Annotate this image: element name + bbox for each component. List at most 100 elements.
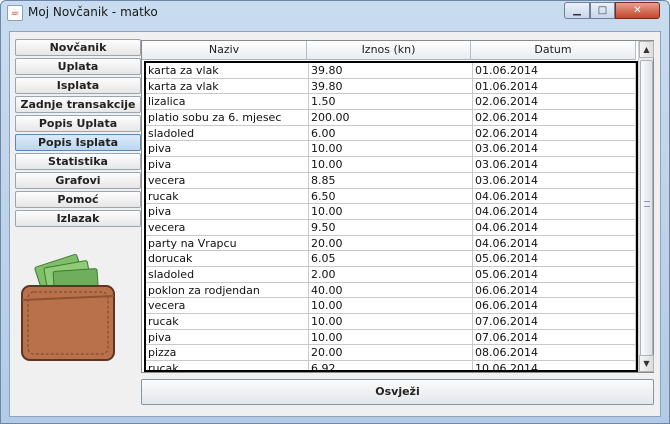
cell-naziv: platio sobu za 6. mjesec [146,110,309,126]
expenses-table: Naziv Iznos (kn) Datum karta za vlak 39.8… [141,40,654,373]
cell-naziv: lizalica [146,94,309,111]
table-row[interactable]: sladoled 2.00 05.06.2014 [146,266,636,283]
cell-naziv: piva [146,204,309,220]
scroll-thumb[interactable] [640,60,653,356]
cell-datum: 03.06.2014 [473,157,636,173]
table-row[interactable]: piva 10.00 03.06.2014 [146,157,636,173]
table-row[interactable]: dorucak 6.05 05.06.2014 [146,251,636,267]
table-row[interactable]: lizalica 1.50 02.06.2014 [146,94,636,111]
nav-button-7[interactable]: Grafovi [15,172,141,189]
cell-iznos: 10.00 [309,141,473,158]
table-row[interactable]: party na Vrapcu 20.00 04.06.2014 [146,235,636,252]
cell-naziv: vecera [146,172,309,189]
cell-datum: 06.06.2014 [473,282,636,299]
table-row[interactable]: piva 10.00 04.06.2014 [146,204,636,220]
cell-datum: 02.06.2014 [473,125,636,142]
table-row[interactable]: rucak 6.50 04.06.2014 [146,188,636,205]
cell-datum: 06.06.2014 [473,298,636,314]
cell-datum: 08.06.2014 [473,345,636,362]
cell-naziv: dorucak [146,251,309,267]
cell-naziv: poklon za rodjendan [146,282,309,299]
cell-datum: 04.06.2014 [473,219,636,236]
vertical-scrollbar[interactable]: ▲ ▼ [638,41,654,372]
column-header-iznos[interactable]: Iznos (kn) [307,41,471,60]
cell-iznos: 20.00 [309,345,473,362]
column-header-naziv[interactable]: Naziv [142,41,307,60]
cell-iznos: 2.00 [309,266,473,283]
table-row[interactable]: poklon za rodjendan 40.00 06.06.2014 [146,282,636,299]
cell-naziv: piva [146,329,309,346]
cell-datum: 10.06.2014 [473,361,636,370]
nav-button-4[interactable]: Popis Uplata [15,115,141,132]
wallet-icon [21,253,115,361]
cell-naziv: party na Vrapcu [146,235,309,252]
nav-button-5[interactable]: Popis Isplata [15,134,141,151]
close-button[interactable]: ✕ [615,2,660,19]
cell-datum: 01.06.2014 [473,78,636,95]
table-body: karta za vlak 39.80 01.06.2014 karta za vla… [144,61,638,372]
nav-button-8[interactable]: Pomoć [15,191,141,208]
table-row[interactable]: sladoled 6.00 02.06.2014 [146,125,636,142]
column-header-datum[interactable]: Datum [471,41,636,60]
grip-icon [644,201,650,207]
table-row[interactable]: vecera 8.85 03.06.2014 [146,172,636,189]
nav-button-1[interactable]: Uplata [15,58,141,75]
cell-datum: 04.06.2014 [473,204,636,220]
nav-button-0[interactable]: Novčanik [15,39,141,56]
cell-datum: 05.06.2014 [473,266,636,283]
table-row[interactable]: piva 10.00 07.06.2014 [146,329,636,346]
cell-iznos: 39.80 [309,63,473,79]
cell-datum: 04.06.2014 [473,235,636,252]
cell-naziv: vecera [146,219,309,236]
table-row[interactable]: rucak 6.92 10.06.2014 [146,361,636,370]
cell-naziv: sladoled [146,266,309,283]
cell-iznos: 10.00 [309,298,473,314]
scroll-up-arrow-icon[interactable]: ▲ [639,41,654,58]
cell-naziv: piva [146,157,309,173]
scroll-down-arrow-icon[interactable]: ▼ [639,355,654,372]
cell-iznos: 10.00 [309,314,473,330]
app-window: ☕ Moj Novčanik - matko ▁ □ ✕ Novčanik Upl… [0,0,670,424]
cell-naziv: piva [146,141,309,158]
nav-button-9[interactable]: Izlazak [15,210,141,227]
cell-naziv: karta za vlak [146,63,309,79]
refresh-button[interactable]: Osvježi [141,379,654,405]
title-bar[interactable]: ☕ Moj Novčanik - matko ▁ □ ✕ [1,1,669,25]
cell-iznos: 39.80 [309,78,473,95]
cell-datum: 07.06.2014 [473,329,636,346]
window-title: Moj Novčanik - matko [28,5,158,19]
cell-iznos: 20.00 [309,235,473,252]
cell-datum: 04.06.2014 [473,188,636,205]
cell-datum: 05.06.2014 [473,251,636,267]
table-row[interactable]: karta za vlak 39.80 01.06.2014 [146,78,636,95]
cell-datum: 07.06.2014 [473,314,636,330]
cell-iznos: 200.00 [309,110,473,126]
cell-naziv: rucak [146,188,309,205]
cell-datum: 01.06.2014 [473,63,636,79]
cell-iznos: 9.50 [309,219,473,236]
nav-button-2[interactable]: Isplata [15,77,141,94]
cell-iznos: 40.00 [309,282,473,299]
cell-iznos: 10.00 [309,157,473,173]
table-row[interactable]: karta za vlak 39.80 01.06.2014 [146,63,636,79]
table-row[interactable]: platio sobu za 6. mjesec 200.00 02.06.2014 [146,110,636,126]
table-header: Naziv Iznos (kn) Datum [142,41,636,60]
cell-naziv: karta za vlak [146,78,309,95]
minimize-button[interactable]: ▁ [564,2,590,19]
maximize-button[interactable]: □ [590,2,615,19]
cell-naziv: rucak [146,314,309,330]
cell-iznos: 6.50 [309,188,473,205]
table-row[interactable]: piva 10.00 03.06.2014 [146,141,636,158]
nav-button-3[interactable]: Zadnje transakcije [15,96,141,113]
table-row[interactable]: rucak 10.00 07.06.2014 [146,314,636,330]
cell-iznos: 10.00 [309,204,473,220]
table-row[interactable]: vecera 9.50 04.06.2014 [146,219,636,236]
table-row[interactable]: vecera 10.00 06.06.2014 [146,298,636,314]
cell-naziv: sladoled [146,125,309,142]
cell-datum: 03.06.2014 [473,141,636,158]
cell-iznos: 6.92 [309,361,473,370]
cell-datum: 02.06.2014 [473,94,636,111]
cell-datum: 02.06.2014 [473,110,636,126]
nav-button-6[interactable]: Statistika [15,153,141,170]
table-row[interactable]: pizza 20.00 08.06.2014 [146,345,636,362]
